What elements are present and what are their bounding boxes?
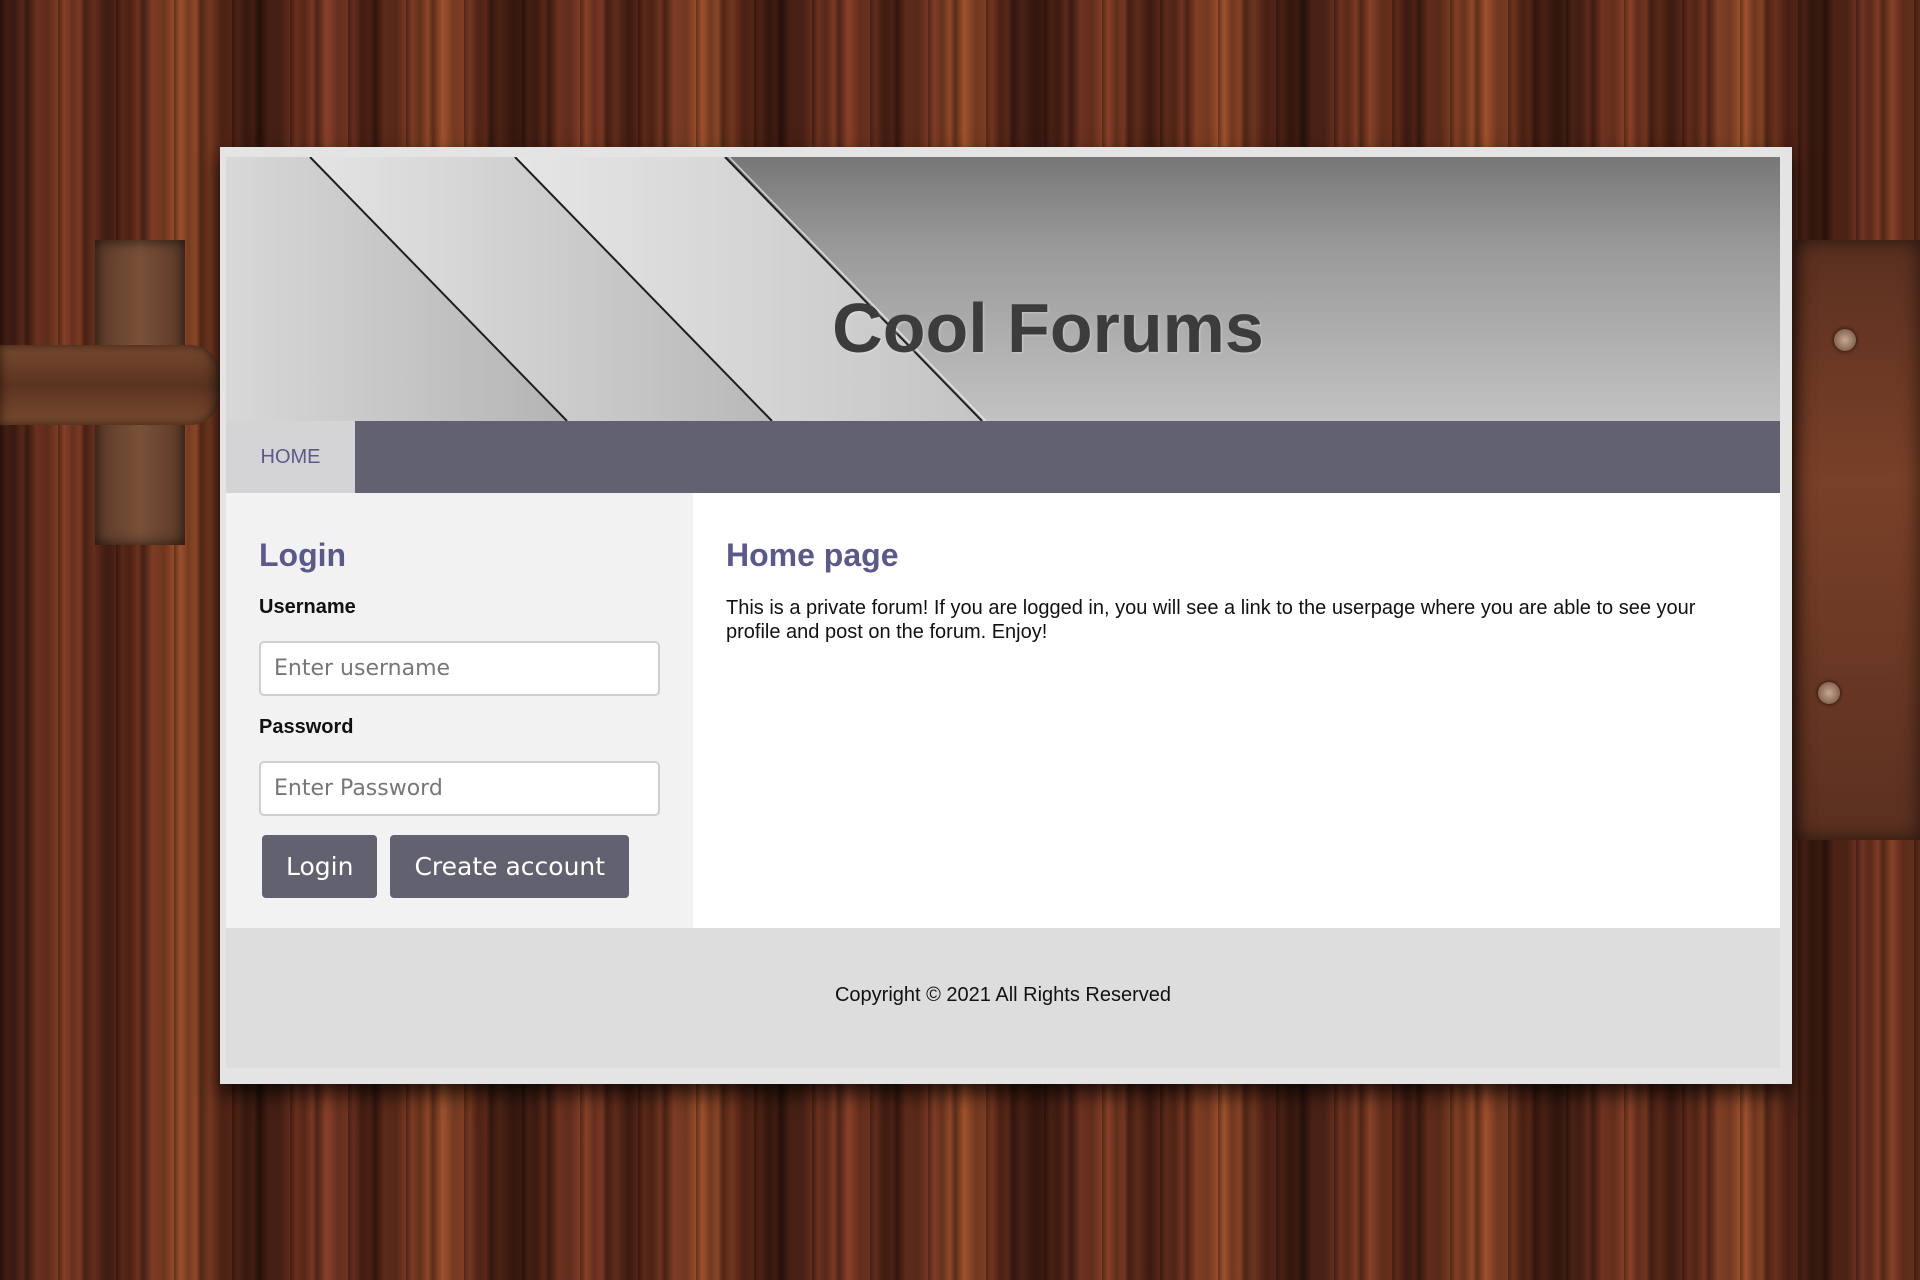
nav-home-link[interactable]: HOME — [226, 421, 355, 493]
login-heading: Login — [259, 537, 347, 573]
main-content: Home page This is a private forum! If yo… — [693, 493, 1780, 928]
username-input[interactable] — [259, 641, 660, 696]
site-header: Cool Forums — [226, 157, 1780, 421]
nail-head — [1834, 329, 1856, 351]
site-title: Cool Forums — [832, 288, 1264, 367]
password-input[interactable] — [259, 761, 660, 816]
login-actions: Login Create account — [259, 835, 660, 898]
login-button[interactable]: Login — [262, 835, 378, 898]
intro-text: This is a private forum! If you are logg… — [726, 597, 1696, 643]
content-area: Login Username Password Login Create acc… — [226, 493, 1780, 928]
site-footer: Copyright © 2021 All Rights Reserved — [226, 928, 1780, 1062]
create-account-button[interactable]: Create account — [390, 835, 630, 898]
login-sidebar: Login Username Password Login Create acc… — [226, 493, 693, 928]
page-container: Cool Forums HOME Login Username Password… — [226, 157, 1780, 1068]
page-heading: Home page — [726, 537, 899, 573]
page-card: Cool Forums HOME Login Username Password… — [220, 147, 1792, 1084]
copyright-text: Copyright © 2021 All Rights Reserved — [834, 983, 1171, 1006]
door-latch-bolt — [0, 345, 220, 425]
main-nav: HOME — [226, 421, 1780, 493]
nail-head — [1818, 682, 1840, 704]
door-crossboard — [1794, 240, 1920, 840]
password-label: Password — [259, 716, 354, 738]
username-label: Username — [259, 596, 356, 618]
